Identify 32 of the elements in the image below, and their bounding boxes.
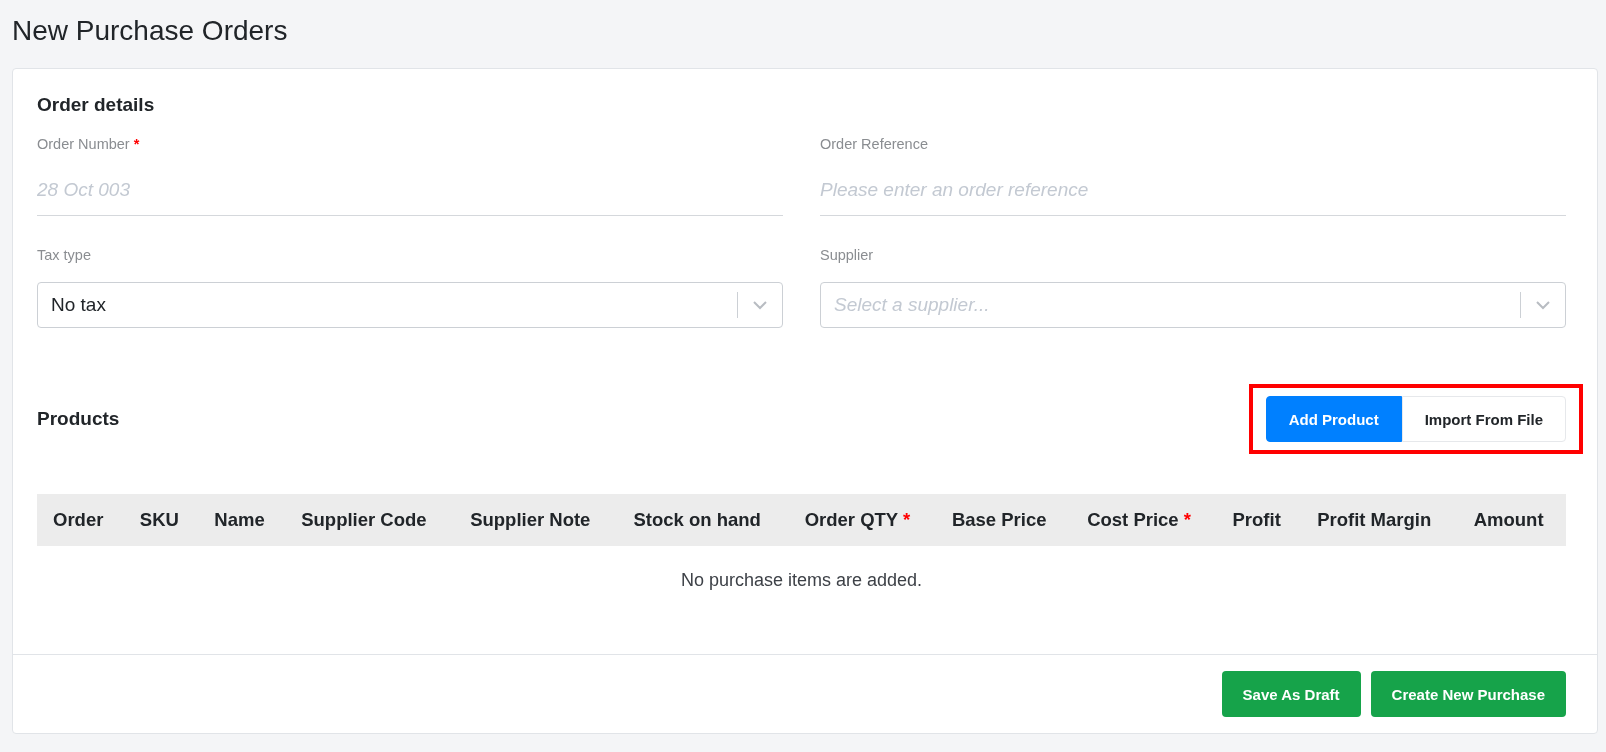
chevron-down-icon (1535, 300, 1551, 310)
field-label: Tax type (37, 247, 91, 263)
column-header: Supplier Note (470, 509, 591, 530)
column-header: Profit Margin (1317, 509, 1432, 530)
column-header: Profit (1232, 509, 1281, 530)
add-button[interactable]: Add Product (1265, 396, 1402, 442)
empty-message: No purchase items are added. (37, 546, 1566, 615)
import-button[interactable]: Import From File (1401, 396, 1566, 442)
field-label: Order Reference (820, 136, 928, 152)
section-title: Order details (37, 93, 156, 117)
page-title: New Purchase Orders (12, 14, 289, 48)
required-mark: * (133, 136, 140, 152)
chevron-down-icon (752, 300, 768, 310)
select-field[interactable]: No tax (37, 282, 783, 328)
column-header: Amount (1473, 509, 1544, 530)
column-header: Base Price (951, 509, 1047, 530)
column-header: SKU (139, 509, 179, 530)
field-label: Supplier (820, 247, 874, 263)
required-mark: * (903, 509, 911, 530)
column-header: Stock on hand (633, 509, 761, 530)
column-header: Cost Price (1087, 509, 1179, 530)
save-draft-button[interactable]: Save As Draft (1221, 671, 1361, 717)
create-button[interactable]: Create New Purchase (1370, 671, 1566, 717)
column-header: Supplier Code (301, 509, 427, 530)
text-field[interactable]: Please enter an order reference (820, 171, 1566, 216)
field-label: Order Number (37, 136, 130, 152)
column-header: Name (214, 509, 265, 530)
text-field[interactable]: 28 Oct 003 (37, 171, 783, 216)
column-header: Order QTY (804, 509, 898, 530)
required-mark: * (1183, 509, 1191, 530)
section-title: Products (37, 407, 120, 431)
column-header: Order (53, 509, 104, 530)
